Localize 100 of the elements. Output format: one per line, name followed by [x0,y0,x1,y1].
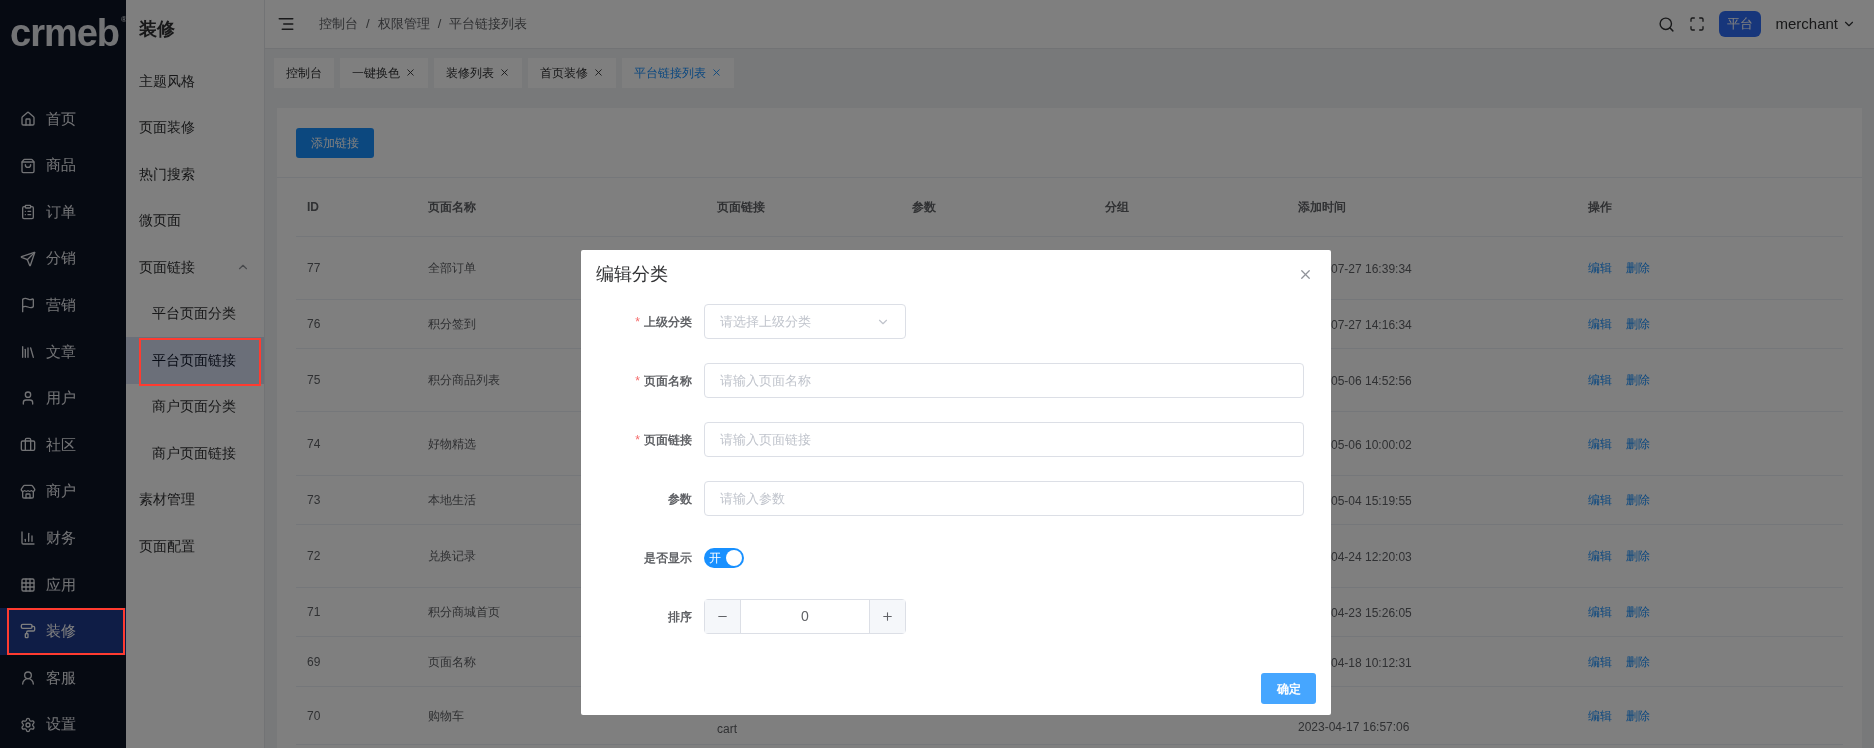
edit-link[interactable]: 编辑 [1588,259,1612,277]
logo: crmeb [10,14,120,52]
plus-icon [881,610,894,623]
nav-item[interactable]: 商户 [0,468,126,515]
close-icon[interactable] [711,67,722,78]
menu-icon[interactable] [277,15,295,33]
nav-item[interactable]: 订单 [0,188,126,236]
required-asterisk: * [635,313,640,331]
edit-link[interactable]: 编辑 [1588,706,1612,725]
required-asterisk: * [635,431,640,449]
close-icon[interactable] [405,67,416,78]
platform-badge: 平台 [1719,11,1762,37]
page-tab[interactable]: 一键换色 [340,57,428,88]
field-label: 页面名称 [644,372,692,390]
nav-item[interactable]: 用户 [0,375,126,422]
column-header: 页面链接 [717,199,765,216]
nav-item[interactable]: 营销 [0,282,126,329]
edit-link[interactable]: 编辑 [1588,652,1612,671]
nav-item[interactable]: 装修 [0,608,126,655]
table-cell-text: 76 [307,316,321,333]
table-cell-text: 77 [307,260,321,277]
house-icon [20,110,36,127]
breadcrumb-link[interactable]: 平台链接列表 [449,14,528,34]
add-link-button[interactable]: 添加链接 [296,127,374,158]
fullscreen-icon[interactable] [1689,16,1706,32]
delete-link[interactable]: 删除 [1626,259,1650,277]
search-icon[interactable] [1658,15,1676,33]
edit-link[interactable]: 编辑 [1588,603,1612,621]
delete-link[interactable]: 删除 [1626,706,1650,725]
nav-item[interactable]: 首页 [0,95,126,143]
clipboard-icon [20,204,36,221]
edit-link[interactable]: 编辑 [1588,315,1612,333]
column-header: 添加时间 [1298,199,1346,216]
paint-roller-icon [20,623,36,640]
submenu-item[interactable]: 平台页面链接 [126,337,264,384]
registered-mark: ® [121,14,127,26]
delete-link[interactable]: 删除 [1626,491,1650,509]
table-cell-text: 页面名称 [428,653,476,671]
table-cell-text: 70 [307,707,321,725]
table-cell-text: 兑换记录 [428,548,476,565]
input-field[interactable]: 请输入参数 [704,481,1304,516]
page-tab[interactable]: 平台链接列表 [622,57,734,88]
person-icon [20,670,36,687]
table-cell: 05-04 15:19:55 [1331,494,1412,508]
delete-link[interactable]: 删除 [1626,547,1650,565]
number-value: 0 [800,607,810,626]
close-icon[interactable] [499,67,510,78]
column-header: 参数 [912,199,936,216]
table-cell-text: 69 [307,653,321,671]
input-field[interactable]: 请输入页面名称 [704,363,1304,398]
edit-link[interactable]: 编辑 [1588,547,1612,565]
page-tab[interactable]: 首页装修 [528,57,616,88]
column-header: ID [307,199,319,216]
table-cell-text: 全部订单 [428,260,476,277]
dialog-title: 编辑分类 [596,262,668,286]
close-icon[interactable] [593,67,604,78]
table-cell-text: 71 [307,604,321,621]
table-cell-text: 积分商城首页 [428,604,500,621]
delete-link[interactable]: 删除 [1626,315,1650,333]
breadcrumb-link[interactable]: 控制台 [319,14,358,34]
delete-link[interactable]: 删除 [1626,652,1650,671]
page-tab[interactable]: 控制台 [274,57,334,88]
delete-link[interactable]: 删除 [1626,603,1650,621]
table-cell: 07-27 14:16:34 [1331,318,1412,332]
settings-icon [20,716,36,733]
nav-item[interactable]: 社区 [0,421,126,469]
field-label: 上级分类 [644,313,692,331]
grid-icon [20,576,36,593]
confirm-button[interactable]: 确定 [1261,673,1316,704]
briefcase-icon [20,437,36,454]
nav-item[interactable]: 文章 [0,328,126,376]
delete-link[interactable]: 删除 [1626,434,1650,453]
paper-plane-icon [20,250,36,267]
table-cell: 2023-04-17 16:57:06 [1298,720,1410,734]
table-cell-text: 72 [307,548,321,565]
toggle-switch[interactable]: 开 [704,547,744,568]
edit-link[interactable]: 编辑 [1588,434,1612,453]
table-cell-text: 积分商品列表 [428,372,500,389]
edit-link[interactable]: 编辑 [1588,371,1612,389]
person-icon [20,390,36,407]
nav-item[interactable]: 商品 [0,142,126,189]
user-menu[interactable]: merchant [1775,12,1856,36]
page-tab[interactable]: 装修列表 [434,57,522,88]
table-cell: 04-24 12:20:03 [1331,550,1412,564]
breadcrumb-link[interactable]: 权限管理 [377,14,430,34]
table-cell: 05-06 14:52:56 [1331,374,1412,388]
column-header: 分组 [1105,199,1129,216]
input-field[interactable]: 请输入页面链接 [704,422,1304,457]
nav-item[interactable]: 财务 [0,514,126,562]
bar-chart-icon [20,530,36,547]
books-icon [20,343,36,360]
table-cell: 05-06 10:00:02 [1331,437,1412,452]
delete-link[interactable]: 删除 [1626,371,1650,389]
nav-item[interactable]: 设置 [0,701,126,748]
table-cell-text: 75 [307,372,321,389]
edit-link[interactable]: 编辑 [1588,491,1612,509]
table-cell: 04-18 10:12:31 [1331,655,1412,670]
field-label: 参数 [668,490,692,508]
nav-item[interactable]: 分销 [0,235,126,282]
field-label: 排序 [668,608,692,626]
